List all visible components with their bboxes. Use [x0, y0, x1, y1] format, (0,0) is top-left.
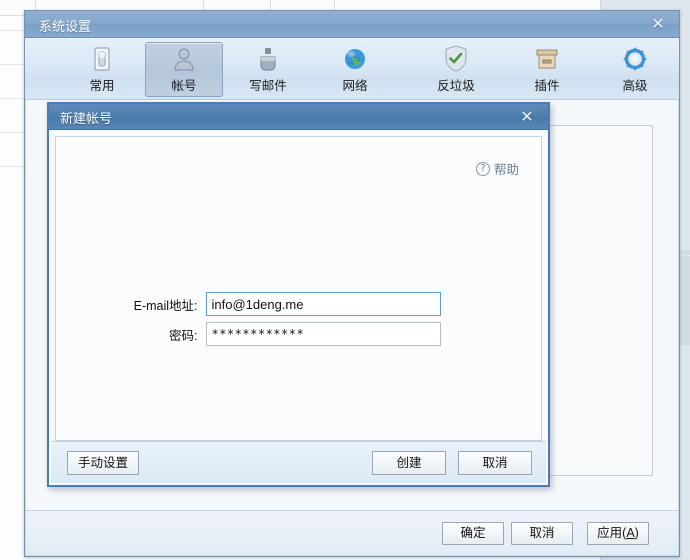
user-icon [146, 43, 222, 74]
shield-check-icon [418, 43, 494, 74]
tab-antispam-label: 反垃圾 [437, 79, 475, 93]
tab-advanced-label: 高级 [622, 79, 648, 93]
tab-account-label: 帐号 [171, 79, 197, 93]
settings-title-bar: 系统设置 ✕ [25, 11, 679, 38]
gear-icon [597, 43, 673, 74]
close-icon[interactable]: ✕ [516, 107, 538, 127]
help-link-label: 帮助 [493, 163, 519, 177]
help-link[interactable]: ? 帮助 [475, 159, 519, 178]
box-icon [509, 43, 585, 74]
apply-button-label: 应用( [597, 526, 627, 540]
email-field-label: E-mail地址: [133, 298, 198, 313]
tab-general[interactable]: 常用 [63, 42, 141, 97]
new-account-dialog: 新建帐号 ✕ ? 帮助 E-mail地址: 密码: 手动设置 创建 取消 [47, 102, 550, 487]
battery-icon [64, 43, 140, 74]
dialog-cancel-button[interactable]: 取消 [458, 451, 532, 475]
tab-account[interactable]: 帐号 [145, 42, 223, 97]
password-input[interactable] [205, 322, 441, 346]
new-account-body: ? 帮助 E-mail地址: 密码: [55, 136, 542, 441]
tab-compose-label: 写邮件 [249, 79, 287, 93]
tab-general-label: 常用 [89, 79, 115, 93]
tab-network-label: 网络 [342, 79, 368, 93]
settings-toolbar: 常用 帐号 写邮件 网络 反垃圾 插件 高级 [25, 38, 679, 100]
tab-advanced[interactable]: 高级 [596, 42, 674, 97]
close-icon[interactable]: ✕ [647, 14, 669, 34]
settings-window-title: 系统设置 [39, 19, 92, 34]
tab-plugins[interactable]: 插件 [508, 42, 586, 97]
globe-icon [317, 43, 393, 74]
apply-accel: A [626, 526, 635, 540]
new-account-dialog-title: 新建帐号 [60, 111, 113, 126]
tab-compose[interactable]: 写邮件 [229, 42, 307, 97]
tab-network[interactable]: 网络 [316, 42, 394, 97]
new-account-title-bar: 新建帐号 ✕ [49, 104, 548, 130]
settings-footer: 确定 取消 应用(A) [26, 510, 678, 555]
cancel-button[interactable]: 取消 [511, 522, 573, 545]
ok-button[interactable]: 确定 [442, 522, 504, 545]
tab-antispam[interactable]: 反垃圾 [417, 42, 495, 97]
password-field-row: 密码: [56, 322, 441, 346]
apply-button[interactable]: 应用(A) [587, 522, 649, 545]
new-account-footer: 手动设置 创建 取消 [51, 441, 546, 483]
manual-setup-button[interactable]: 手动设置 [67, 451, 139, 475]
apply-suffix: ) [634, 526, 639, 540]
question-circle-icon: ? [475, 161, 490, 176]
create-button[interactable]: 创建 [372, 451, 446, 475]
email-input[interactable] [205, 292, 441, 316]
email-field-row: E-mail地址: [56, 292, 441, 316]
inkpot-icon [230, 43, 306, 74]
tab-plugins-label: 插件 [534, 79, 560, 93]
password-field-label: 密码: [169, 328, 198, 343]
